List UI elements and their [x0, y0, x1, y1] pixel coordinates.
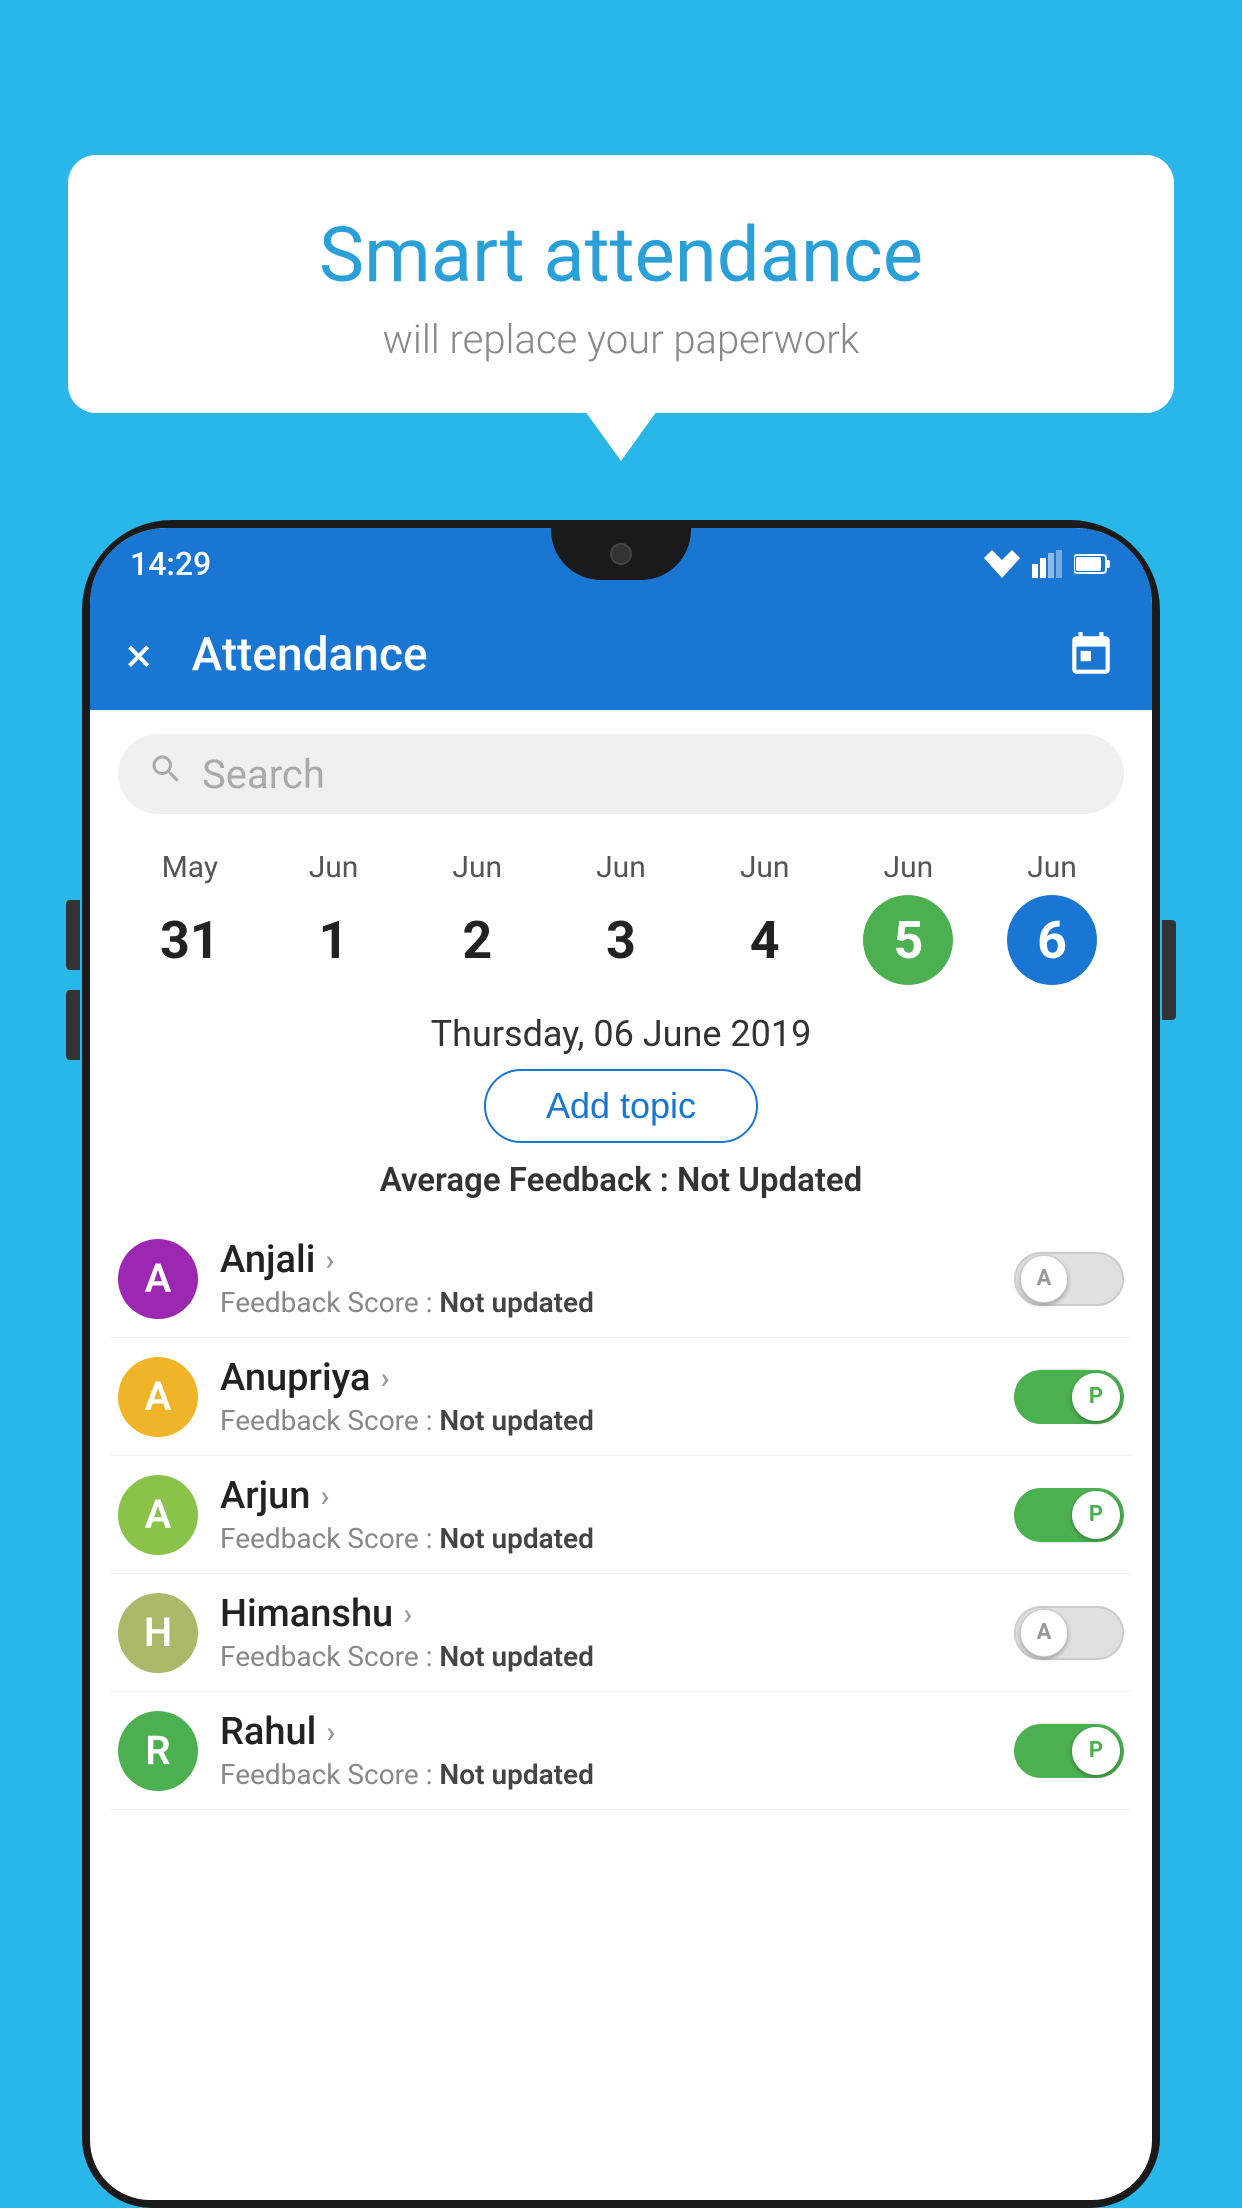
status-bar: 14:29 — [90, 528, 1152, 600]
student-info: Arjun › Feedback Score : Not updated — [220, 1474, 992, 1555]
cal-date-label: 6 — [1007, 895, 1097, 985]
avatar: A — [118, 1475, 198, 1555]
student-item[interactable]: H Himanshu › Feedback Score : Not updated A — [110, 1574, 1132, 1692]
cal-month-label: Jun — [740, 850, 790, 885]
feedback-score: Feedback Score : Not updated — [220, 1758, 992, 1791]
toggle-on[interactable]: P — [1014, 1488, 1124, 1542]
status-icons — [984, 550, 1112, 578]
app-bar: × Attendance — [90, 600, 1152, 710]
chevron-right-icon: › — [403, 1597, 412, 1632]
app-bar-title: Attendance — [192, 628, 1066, 682]
avg-feedback-value: Not Updated — [677, 1161, 862, 1200]
search-icon — [148, 751, 184, 797]
calendar-day[interactable]: Jun 2 — [432, 850, 522, 985]
signal-icon — [1032, 550, 1062, 578]
avatar: R — [118, 1711, 198, 1791]
calendar-day[interactable]: Jun 1 — [289, 850, 379, 985]
chevron-right-icon: › — [325, 1243, 334, 1278]
cal-date-label: 5 — [863, 895, 953, 985]
attendance-toggle[interactable]: P — [1014, 1724, 1124, 1778]
phone-screen: 14:29 — [90, 528, 1152, 2200]
search-bar[interactable]: Search — [118, 734, 1124, 814]
student-item[interactable]: A Anjali › Feedback Score : Not updated A — [110, 1220, 1132, 1338]
chevron-right-icon: › — [380, 1361, 389, 1396]
wifi-icon — [984, 550, 1020, 578]
cal-month-label: Jun — [309, 850, 359, 885]
screen-content: Search May 31 Jun 1 Jun 2 Jun 3 Jun 4 Jun 5 Jun 6 Thu… — [90, 710, 1152, 1810]
status-time: 14:29 — [130, 545, 211, 583]
average-feedback: Average Feedback : Not Updated — [90, 1161, 1152, 1200]
student-item[interactable]: A Anupriya › Feedback Score : Not updated P — [110, 1338, 1132, 1456]
student-name: Anjali › — [220, 1238, 992, 1282]
chevron-right-icon: › — [320, 1479, 329, 1514]
student-info: Rahul › Feedback Score : Not updated — [220, 1710, 992, 1791]
avatar: A — [118, 1357, 198, 1437]
close-button[interactable]: × — [126, 627, 152, 684]
student-info: Himanshu › Feedback Score : Not updated — [220, 1592, 992, 1673]
cal-month-label: May — [162, 850, 218, 885]
volume-down-button[interactable] — [66, 990, 80, 1060]
notch — [551, 528, 691, 580]
speech-bubble-subtitle: will replace your paperwork — [128, 316, 1114, 363]
cal-month-label: Jun — [596, 850, 646, 885]
avatar: H — [118, 1593, 198, 1673]
cal-month-label: Jun — [884, 850, 934, 885]
speech-bubble-container: Smart attendance will replace your paper… — [68, 155, 1174, 413]
search-placeholder: Search — [202, 751, 325, 798]
cal-date-label: 31 — [145, 895, 235, 985]
phone-frame: 14:29 — [82, 520, 1160, 2208]
attendance-toggle[interactable]: A — [1014, 1606, 1124, 1660]
calendar-day[interactable]: May 31 — [145, 850, 235, 985]
toggle-knob: P — [1072, 1491, 1120, 1539]
feedback-score: Feedback Score : Not updated — [220, 1404, 992, 1437]
attendance-toggle[interactable]: P — [1014, 1370, 1124, 1424]
cal-date-label: 3 — [576, 895, 666, 985]
cal-date-label: 2 — [432, 895, 522, 985]
avg-feedback-label: Average Feedback : — [380, 1161, 669, 1200]
toggle-knob: A — [1020, 1255, 1068, 1303]
calendar-icon[interactable] — [1066, 630, 1116, 680]
speech-bubble: Smart attendance will replace your paper… — [68, 155, 1174, 413]
student-item[interactable]: R Rahul › Feedback Score : Not updated P — [110, 1692, 1132, 1810]
student-name: Rahul › — [220, 1710, 992, 1754]
toggle-knob: P — [1072, 1727, 1120, 1775]
front-camera — [610, 543, 632, 565]
calendar-strip: May 31 Jun 1 Jun 2 Jun 3 Jun 4 Jun 5 Jun 6 — [90, 830, 1152, 995]
student-name: Arjun › — [220, 1474, 992, 1518]
volume-up-button[interactable] — [66, 900, 80, 970]
calendar-day[interactable]: Jun 6 — [1007, 850, 1097, 985]
toggle-off[interactable]: A — [1014, 1606, 1124, 1660]
student-item[interactable]: A Arjun › Feedback Score : Not updated P — [110, 1456, 1132, 1574]
battery-icon — [1074, 553, 1112, 575]
cal-date-label: 1 — [289, 895, 379, 985]
feedback-score: Feedback Score : Not updated — [220, 1640, 992, 1673]
toggle-off[interactable]: A — [1014, 1252, 1124, 1306]
avatar: A — [118, 1239, 198, 1319]
toggle-knob: P — [1072, 1373, 1120, 1421]
power-button[interactable] — [1162, 920, 1176, 1020]
student-list: AAnjali ›Feedback Score : Not updatedAAA… — [90, 1220, 1152, 1810]
calendar-day[interactable]: Jun 3 — [576, 850, 666, 985]
add-topic-button[interactable]: Add topic — [484, 1069, 758, 1143]
calendar-day[interactable]: Jun 5 — [863, 850, 953, 985]
toggle-on[interactable]: P — [1014, 1370, 1124, 1424]
speech-bubble-title: Smart attendance — [128, 210, 1114, 300]
toggle-on[interactable]: P — [1014, 1724, 1124, 1778]
attendance-toggle[interactable]: A — [1014, 1252, 1124, 1306]
student-info: Anjali › Feedback Score : Not updated — [220, 1238, 992, 1319]
attendance-toggle[interactable]: P — [1014, 1488, 1124, 1542]
cal-month-label: Jun — [452, 850, 502, 885]
cal-date-label: 4 — [720, 895, 810, 985]
toggle-knob: A — [1020, 1609, 1068, 1657]
selected-date-label: Thursday, 06 June 2019 — [90, 1013, 1152, 1055]
calendar-day[interactable]: Jun 4 — [720, 850, 810, 985]
student-name: Himanshu › — [220, 1592, 992, 1636]
feedback-score: Feedback Score : Not updated — [220, 1522, 992, 1555]
student-info: Anupriya › Feedback Score : Not updated — [220, 1356, 992, 1437]
feedback-score: Feedback Score : Not updated — [220, 1286, 992, 1319]
chevron-right-icon: › — [326, 1715, 335, 1750]
cal-month-label: Jun — [1027, 850, 1077, 885]
student-name: Anupriya › — [220, 1356, 992, 1400]
